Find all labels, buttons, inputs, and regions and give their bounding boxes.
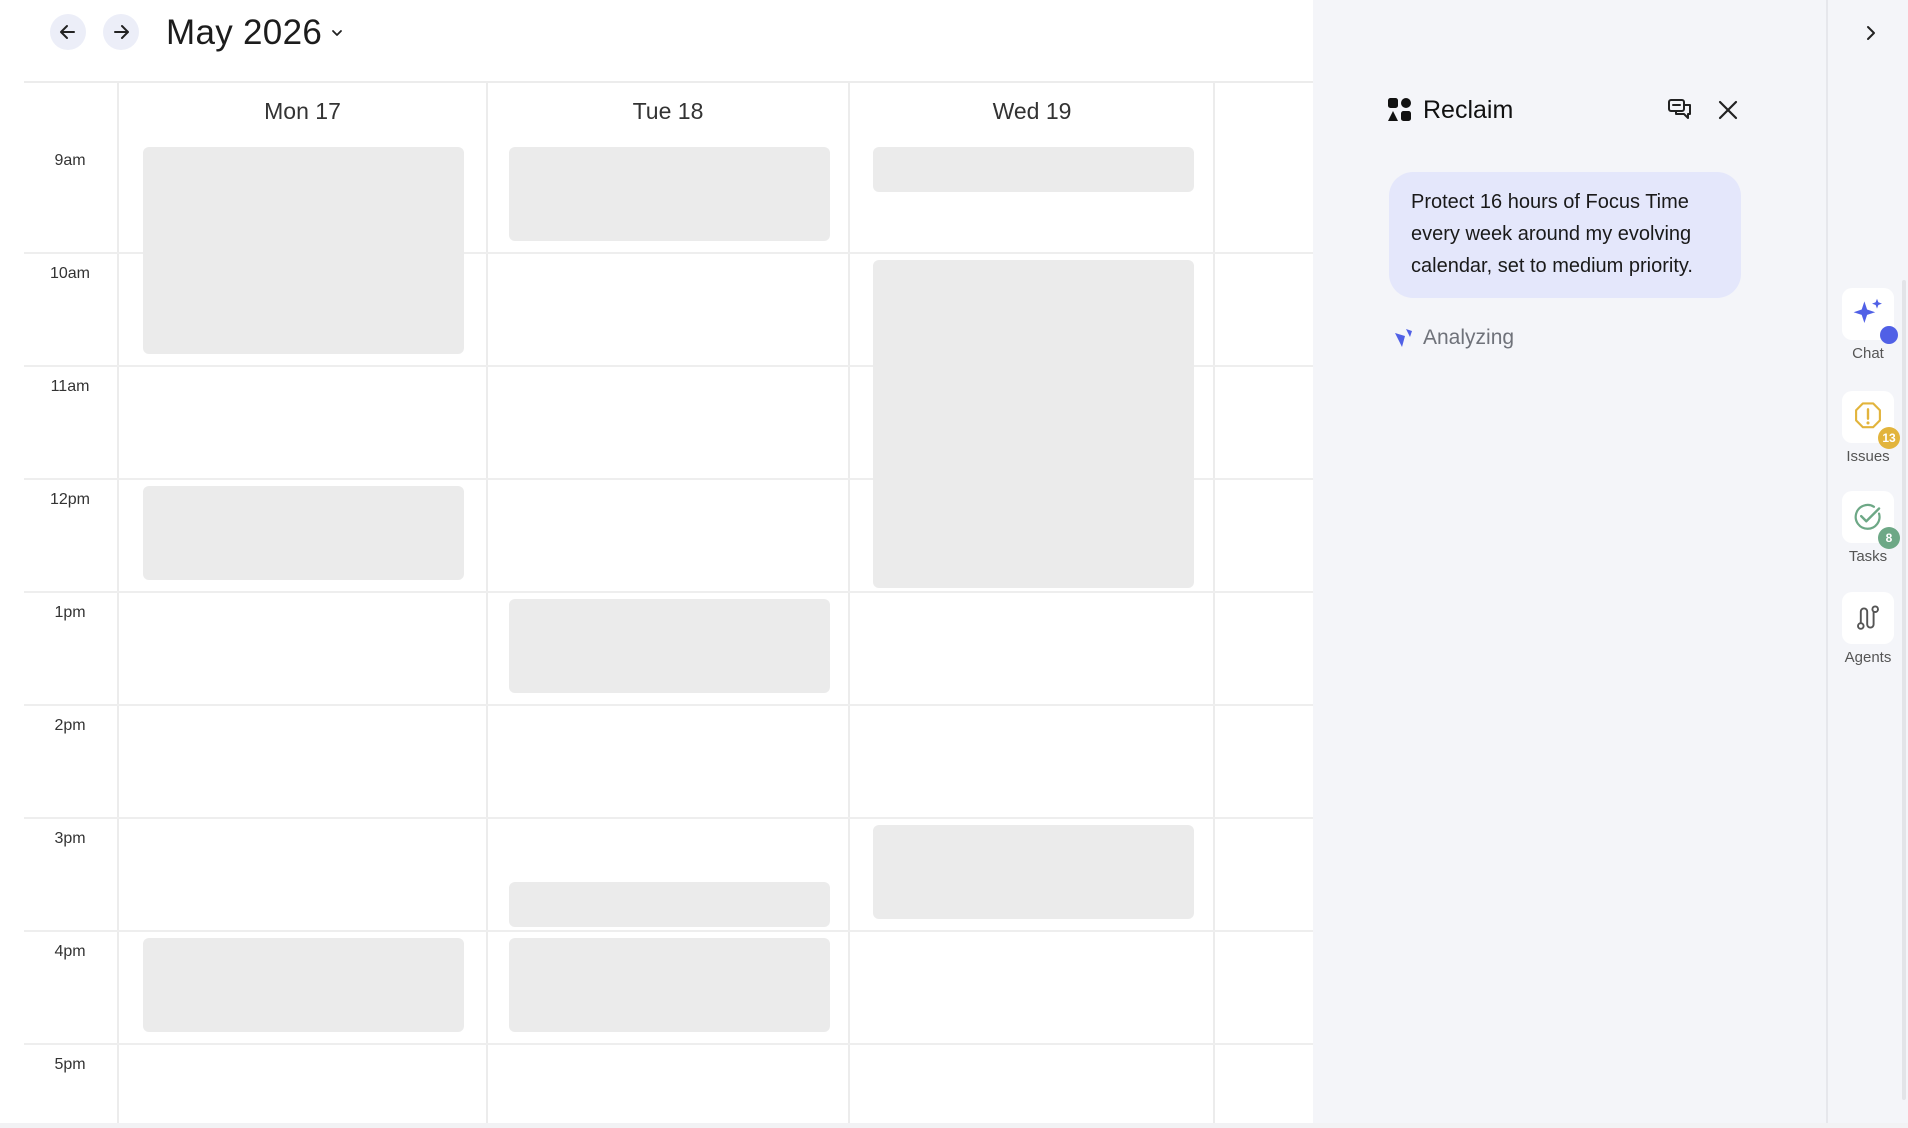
hour-label: 2pm xyxy=(54,717,86,734)
hour-line xyxy=(24,704,1313,706)
chevron-right-icon xyxy=(1867,26,1875,40)
check-icon xyxy=(1854,503,1881,530)
calendar-event[interactable] xyxy=(509,599,830,693)
calendar-event[interactable] xyxy=(509,147,830,241)
rail-label-issues: Issues xyxy=(1846,448,1890,465)
reclaim-logo-icon xyxy=(1388,98,1411,121)
close-panel-button[interactable] xyxy=(1711,93,1745,127)
chat-bubbles-icon xyxy=(1668,99,1691,119)
calendar-view: May 2026 Mon 17 Tue 18 Wed 19 9am 10am 11a… xyxy=(0,0,1313,1128)
hour-label: 9am xyxy=(54,152,86,169)
rail-label-chat: Chat xyxy=(1852,345,1884,362)
arrow-right-icon xyxy=(114,25,129,39)
chat-history-button[interactable] xyxy=(1663,93,1697,127)
hour-label: 12pm xyxy=(49,491,91,508)
column-divider xyxy=(117,83,119,1123)
hour-line xyxy=(24,817,1313,819)
hour-line xyxy=(24,1043,1313,1045)
month-label: May 2026 xyxy=(166,13,323,52)
issues-count-badge: 13 xyxy=(1878,427,1900,449)
rail-label-tasks: Tasks xyxy=(1848,548,1888,565)
reclaim-spark-icon xyxy=(1395,329,1412,347)
column-divider xyxy=(1213,83,1215,1123)
column-divider xyxy=(486,83,488,1123)
hour-label: 10am xyxy=(49,265,91,282)
assistant-panel: Reclaim Protect 16 hours of Focus Time e… xyxy=(1313,0,1826,1128)
calendar-event[interactable] xyxy=(509,938,830,1032)
hour-line xyxy=(24,930,1313,932)
close-icon xyxy=(1718,100,1738,120)
hour-label: 5pm xyxy=(54,1056,86,1073)
calendar-event[interactable] xyxy=(143,486,464,580)
column-divider xyxy=(848,83,850,1123)
hour-label: 3pm xyxy=(54,830,86,847)
hour-label: 11am xyxy=(50,378,90,395)
rail-icon-box: 8 xyxy=(1842,491,1900,549)
calendar-event[interactable] xyxy=(509,881,830,927)
day-header-wed[interactable]: Wed 19 xyxy=(850,83,1214,139)
rail-icon-box xyxy=(1842,288,1898,344)
day-header-mon[interactable]: Mon 17 xyxy=(119,83,486,139)
next-week-button[interactable] xyxy=(103,14,139,50)
rail-icon-box xyxy=(1842,592,1894,644)
rail-item-agents[interactable]: Agents xyxy=(1828,592,1908,666)
route-icon xyxy=(1857,605,1879,630)
rail-item-chat[interactable]: Chat xyxy=(1828,288,1908,362)
right-rail: Chat 13 Issues 8 Tasks Agents xyxy=(1826,0,1908,1128)
day-header-tue[interactable]: Tue 18 xyxy=(488,83,848,139)
chevron-down-icon xyxy=(332,30,343,36)
panel-title: Reclaim xyxy=(1423,95,1514,124)
active-dot xyxy=(1880,326,1898,344)
arrow-left-icon xyxy=(60,25,75,39)
alert-icon xyxy=(1855,402,1881,429)
hour-label: 1pm xyxy=(54,604,86,621)
collapse-rail-button[interactable] xyxy=(1856,18,1886,48)
rail-item-tasks[interactable]: 8 Tasks xyxy=(1828,491,1908,565)
rail-icon-box: 13 xyxy=(1842,391,1900,449)
rail-scrollbar[interactable] xyxy=(1902,280,1906,1100)
calendar-event[interactable] xyxy=(873,825,1194,919)
previous-week-button[interactable] xyxy=(50,14,86,50)
user-message: Protect 16 hours of Focus Time every wee… xyxy=(1389,172,1741,298)
hour-line xyxy=(24,591,1313,593)
status-text: Analyzing xyxy=(1423,326,1515,349)
calendar-event[interactable] xyxy=(143,938,464,1032)
tasks-count-badge: 8 xyxy=(1878,527,1900,549)
calendar-event[interactable] xyxy=(873,260,1194,588)
rail-item-issues[interactable]: 13 Issues xyxy=(1828,391,1908,465)
hour-label: 4pm xyxy=(54,943,86,960)
calendar-event[interactable] xyxy=(143,147,464,354)
sparkle-icon xyxy=(1853,298,1882,323)
rail-label-agents: Agents xyxy=(1844,649,1892,666)
bottom-border xyxy=(0,1123,1908,1128)
panel-header: Reclaim xyxy=(1387,93,1513,127)
calendar-event[interactable] xyxy=(873,147,1194,193)
month-picker[interactable]: May 2026 xyxy=(166,8,344,58)
analyzing-status: Analyzing xyxy=(1393,326,1514,350)
